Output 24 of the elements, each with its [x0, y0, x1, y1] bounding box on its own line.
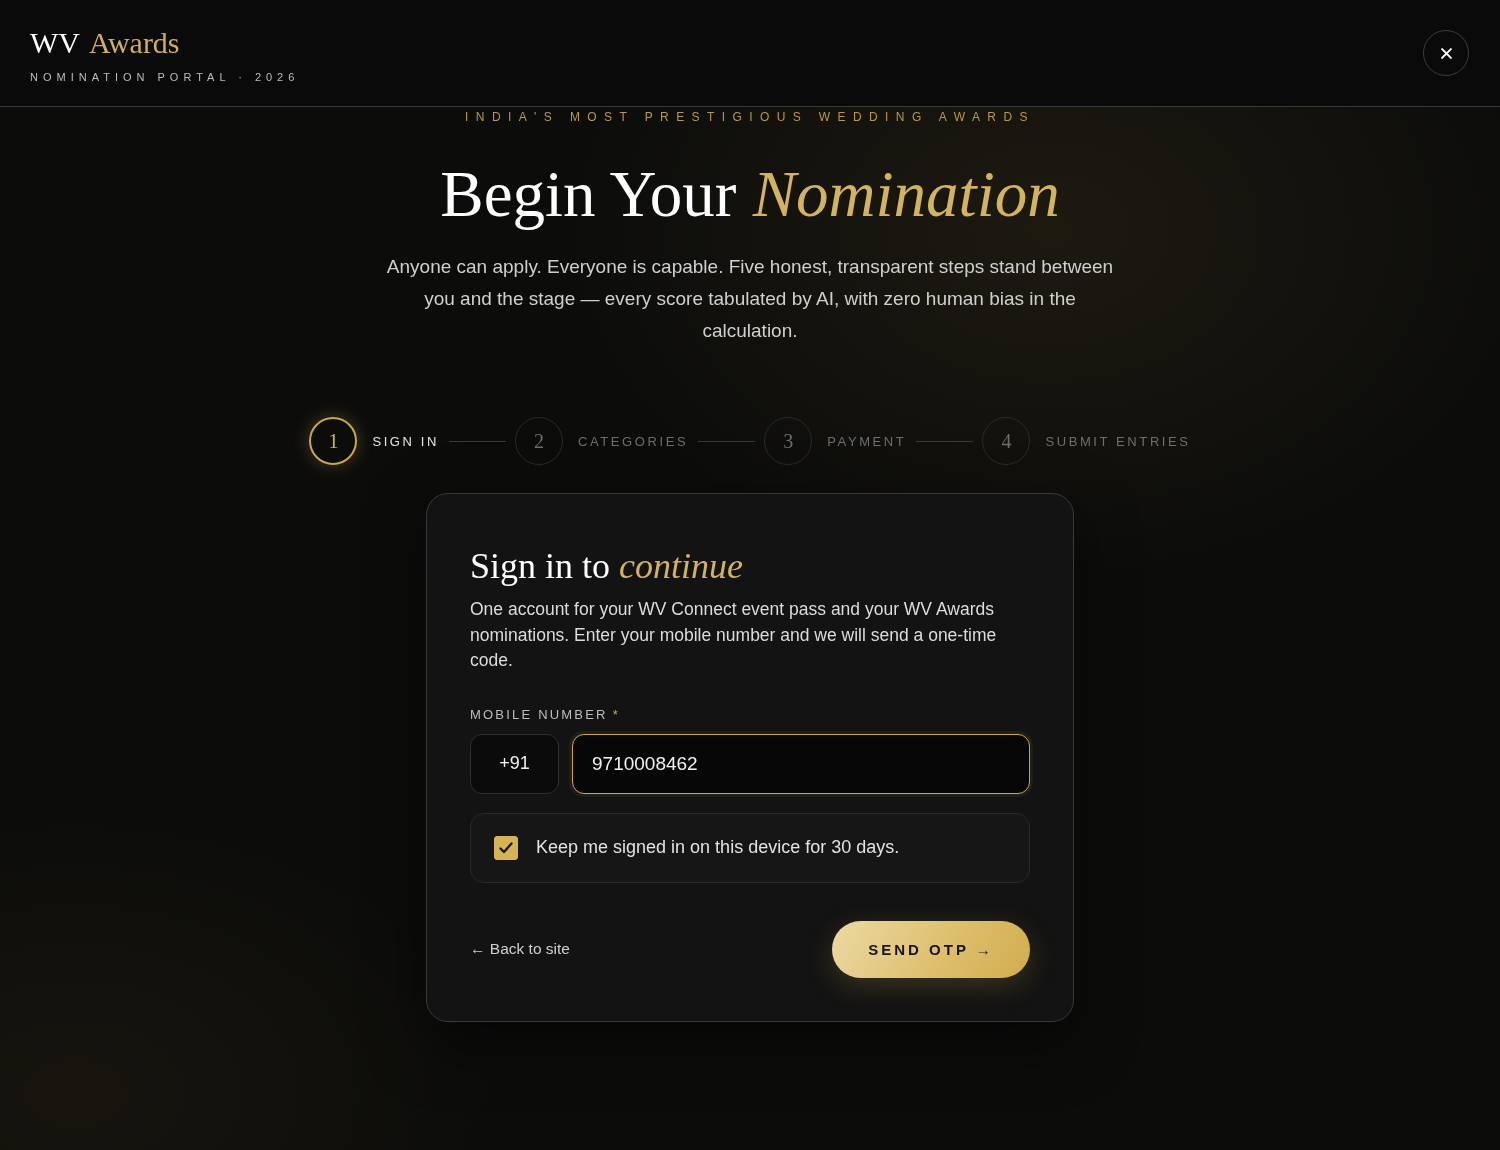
required-mark: * [612, 705, 618, 724]
card-description: One account for your WV Connect event pass and your WV Awards nominations. Enter your mobile number and we will send a one-time code. [470, 598, 998, 672]
kicker-text: INDIA'S MOST PRESTIGIOUS WEDDING AWARDS [465, 109, 1035, 125]
intro-paragraph: Anyone can apply. Everyone is capable. Five honest, transparent steps stand between you and the stage — every score tabulated by AI, with zero human bias in the calculation. [385, 255, 1115, 343]
tagline: NOMINATION PORTAL · 2026 [30, 70, 300, 84]
step-label: PAYMENT [827, 433, 907, 449]
remember-option[interactable]: Keep me signed in on this device for 30 days. [470, 812, 1030, 883]
country-code-field[interactable]: +91 [470, 733, 559, 794]
send-otp-button[interactable]: SEND OTP → [832, 920, 1030, 978]
checkbox[interactable] [494, 835, 518, 860]
step-label: CATEGORIES [578, 433, 689, 449]
page-title: Begin Your Nomination [440, 157, 1060, 232]
close-button[interactable] [1423, 30, 1469, 76]
check-icon [499, 841, 513, 854]
step-label: SIGN IN [372, 433, 439, 449]
phone-input[interactable]: 9710008462 [572, 733, 1030, 794]
step-label: SUBMIT ENTRIES [1045, 433, 1191, 449]
field-label: MOBILE NUMBER [470, 705, 608, 724]
logo[interactable]: WV Awards [30, 26, 180, 60]
step-number: 1 [309, 417, 358, 465]
remember-label: Keep me signed in on this device for 30 days. [536, 837, 900, 858]
close-icon [1440, 47, 1452, 59]
back-link[interactable]: ← Back to site [470, 940, 570, 958]
card-title: Sign in to continue [470, 545, 744, 588]
